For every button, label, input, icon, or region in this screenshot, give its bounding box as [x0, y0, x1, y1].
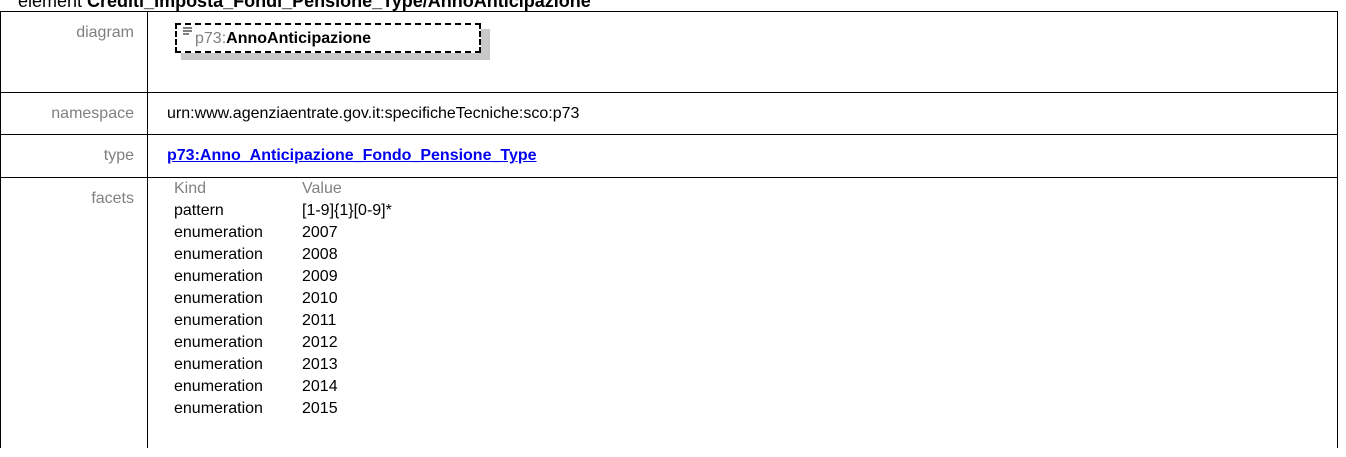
namespace-cell: urn:www.agenziaentrate.gov.it:specifiche…: [147, 92, 1338, 135]
element-node-name: AnnoAnticipazione: [226, 30, 372, 47]
page-heading: element Crediti_Imposta_Fondi_Pensione_T…: [18, 0, 591, 11]
facet-row: enumeration 2008: [174, 244, 1337, 266]
facet-kind: enumeration: [174, 246, 263, 263]
facet-value: [1-9]{1}[0-9]*: [302, 202, 392, 219]
namespace-value: urn:www.agenziaentrate.gov.it:specifiche…: [167, 105, 580, 122]
facet-value: 2015: [302, 400, 338, 417]
facet-value: 2007: [302, 224, 338, 241]
diagram-row: diagram p73:AnnoAnticipazione: [0, 11, 1338, 93]
element-diagram[interactable]: p73:AnnoAnticipazione: [175, 23, 491, 61]
facet-kind: enumeration: [174, 400, 263, 417]
namespace-row: namespace urn:www.agenziaentrate.gov.it:…: [0, 92, 1338, 135]
facet-value: 2008: [302, 246, 338, 263]
facet-row: pattern [1-9]{1}[0-9]*: [174, 200, 1337, 222]
facet-kind: enumeration: [174, 224, 263, 241]
facets-row: facets Kind Value pattern [1-9]{1}[0-9]* e…: [0, 177, 1338, 448]
facets-header-value: Value: [302, 180, 342, 197]
facets-label: facets: [0, 177, 148, 448]
facet-row: enumeration 2015: [174, 398, 1337, 420]
facet-value: 2009: [302, 268, 338, 285]
facet-row: enumeration 2013: [174, 354, 1337, 376]
facet-value: 2013: [302, 356, 338, 373]
facet-value: 2014: [302, 378, 338, 395]
facet-kind: enumeration: [174, 312, 263, 329]
facet-row: enumeration 2007: [174, 222, 1337, 244]
type-cell: p73:Anno_Anticipazione_Fondo_Pensione_Ty…: [147, 134, 1338, 178]
type-label: type: [0, 134, 148, 178]
facet-kind: enumeration: [174, 268, 263, 285]
facet-value: 2010: [302, 290, 338, 307]
facet-kind: enumeration: [174, 356, 263, 373]
element-node-label: p73:AnnoAnticipazione: [195, 30, 371, 48]
facet-kind: pattern: [174, 202, 224, 219]
facet-row: enumeration 2011: [174, 310, 1337, 332]
facet-kind: enumeration: [174, 290, 263, 307]
facet-row: enumeration 2009: [174, 266, 1337, 288]
namespace-label: namespace: [0, 92, 148, 135]
facet-row: enumeration 2012: [174, 332, 1337, 354]
facets-header-kind: Kind: [174, 180, 207, 197]
heading-prefix: element: [18, 0, 88, 11]
facets-cell: Kind Value pattern [1-9]{1}[0-9]* enumerat…: [147, 177, 1338, 448]
type-row: type p73:Anno_Anticipazione_Fondo_Pensio…: [0, 134, 1338, 178]
facets-table: Kind Value pattern [1-9]{1}[0-9]* enumerat…: [174, 178, 1337, 420]
documentation-icon: [183, 27, 192, 35]
facet-kind: enumeration: [174, 334, 263, 351]
facets-header-row: Kind Value: [174, 178, 1337, 200]
type-link[interactable]: p73:Anno_Anticipazione_Fondo_Pensione_Ty…: [167, 147, 537, 164]
facet-kind: enumeration: [174, 378, 263, 395]
facet-row: enumeration 2014: [174, 376, 1337, 398]
heading-identifier: Crediti_Imposta_Fondi_Pensione_Type/Anno…: [87, 0, 591, 11]
properties-table: diagram p73:AnnoAnticipazione namespace …: [0, 11, 1338, 448]
element-node-namespace: p73:: [195, 30, 227, 47]
facet-value: 2012: [302, 334, 338, 351]
element-node-box[interactable]: p73:AnnoAnticipazione: [175, 23, 481, 53]
diagram-cell: p73:AnnoAnticipazione: [147, 11, 1338, 93]
facet-value: 2011: [302, 312, 337, 329]
diagram-label: diagram: [0, 11, 148, 93]
facet-row: enumeration 2010: [174, 288, 1337, 310]
